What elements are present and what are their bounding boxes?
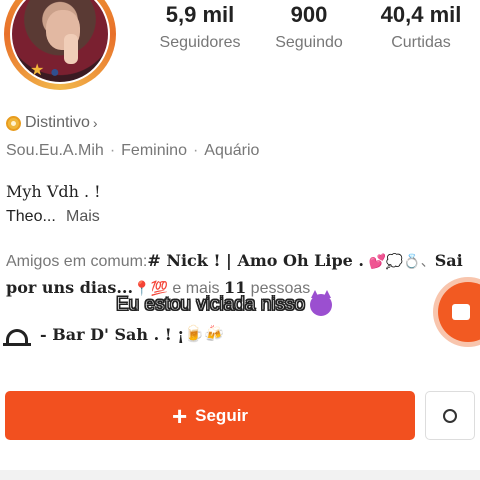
separator: · xyxy=(192,142,199,159)
zodiac-sign: Aquário xyxy=(204,142,260,159)
bio-line-2-text: Theo... xyxy=(6,208,56,225)
mutual-names: # Nick ! | Amo Oh Lipe . xyxy=(147,251,364,270)
bar-link[interactable]: - Bar D' Sah . ! ¡ 🍺🍻 xyxy=(3,324,225,346)
badge-icon xyxy=(6,115,21,131)
video-caption-overlay: Eu estou viciada nisso xyxy=(115,290,333,316)
dome-icon xyxy=(3,329,31,346)
chevron-right-icon: › xyxy=(92,115,98,131)
divider xyxy=(0,470,480,480)
profile-avatar[interactable]: ★ ● xyxy=(0,0,120,98)
likes-label: Curtidas xyxy=(391,34,451,51)
bio-more-link[interactable]: Mais xyxy=(66,208,100,225)
caption-text: Eu estou viciada nisso xyxy=(115,294,306,316)
cat-icon: ● xyxy=(50,64,60,81)
bio-line-2: Theo... Mais xyxy=(6,204,101,229)
bio-line-1: Myh Vdh . ! xyxy=(6,182,101,201)
mutual-emojis: 💕💭💍、 xyxy=(368,253,435,269)
badge-link[interactable]: Distintivo › xyxy=(6,114,98,132)
separator: · xyxy=(109,142,116,159)
badge-label: Distintivo xyxy=(25,114,90,131)
bar-text: - Bar D' Sah . ! ¡ xyxy=(40,324,185,344)
ring-icon xyxy=(443,408,457,423)
profile-stats: 5,9 mil Seguidores 900 Seguindo 40,4 mil… xyxy=(145,0,480,70)
following-count: 900 xyxy=(290,2,328,27)
mutual-prefix: Amigos em comum: xyxy=(6,253,148,270)
likes-stat[interactable]: 40,4 mil Curtidas xyxy=(365,0,477,52)
more-options-button[interactable] xyxy=(425,391,475,440)
live-camera-icon xyxy=(452,304,470,320)
followers-label: Seguidores xyxy=(159,34,241,51)
bio: Myh Vdh . ! Theo... Mais xyxy=(6,180,101,229)
following-stat[interactable]: 900 Seguindo xyxy=(263,0,355,52)
bar-emojis: 🍺🍻 xyxy=(184,326,225,343)
avatar-decoration: ★ ● xyxy=(28,60,88,84)
devil-emoji-icon xyxy=(310,290,333,316)
likes-count: 40,4 mil xyxy=(380,2,462,27)
plus-icon: + xyxy=(171,400,188,431)
star-icon: ★ xyxy=(30,62,45,79)
follow-label: Seguir xyxy=(195,405,249,425)
follow-button[interactable]: + Seguir xyxy=(5,391,415,440)
following-label: Seguindo xyxy=(275,34,343,51)
followers-stat[interactable]: 5,9 mil Seguidores xyxy=(145,0,255,52)
followers-count: 5,9 mil xyxy=(165,2,235,27)
profile-info: Sou.Eu.A.Mih · Feminino · Aquário xyxy=(6,142,259,160)
gender: Feminino xyxy=(121,142,187,159)
username: Sou.Eu.A.Mih xyxy=(6,142,104,159)
